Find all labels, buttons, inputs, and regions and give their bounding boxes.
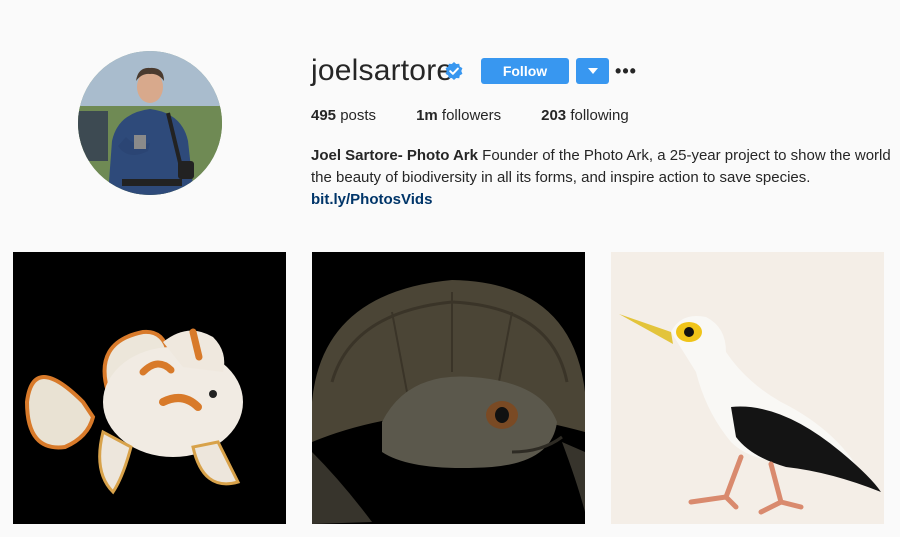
- following-count: 203: [541, 107, 567, 124]
- bird-photo: [611, 252, 884, 524]
- verified-badge-icon: [445, 62, 463, 80]
- post-thumbnail-frogfish[interactable]: [13, 252, 286, 524]
- bio-link[interactable]: bit.ly/PhotosVids: [311, 191, 432, 208]
- turtle-photo: [312, 252, 585, 524]
- post-thumbnail-bird[interactable]: [611, 252, 884, 524]
- profile-stats: 495 posts 1m followers 203 following: [311, 107, 669, 124]
- followers-stat[interactable]: 1m followers: [416, 107, 501, 124]
- follow-button[interactable]: Follow: [481, 58, 569, 84]
- posts-label: posts: [340, 107, 377, 124]
- more-options-button[interactable]: •••: [615, 58, 637, 84]
- posts-stat: 495 posts: [311, 107, 376, 124]
- avatar-photo: [78, 51, 222, 195]
- suggestions-dropdown-button[interactable]: [576, 58, 609, 84]
- bio-full-name: Joel Sartore- Photo Ark: [311, 147, 478, 164]
- followers-label: followers: [441, 107, 502, 124]
- frogfish-photo: [13, 252, 286, 524]
- following-label: following: [570, 107, 629, 124]
- post-thumbnail-turtle[interactable]: [312, 252, 585, 524]
- profile-username: joelsartore: [311, 54, 454, 87]
- following-stat[interactable]: 203 following: [541, 107, 629, 124]
- caret-down-icon: [587, 68, 598, 74]
- profile-bio: Joel Sartore- Photo Ark Founder of the P…: [311, 145, 900, 211]
- profile-avatar[interactable]: [78, 51, 222, 195]
- posts-count: 495: [311, 107, 337, 124]
- followers-count: 1m: [416, 107, 438, 124]
